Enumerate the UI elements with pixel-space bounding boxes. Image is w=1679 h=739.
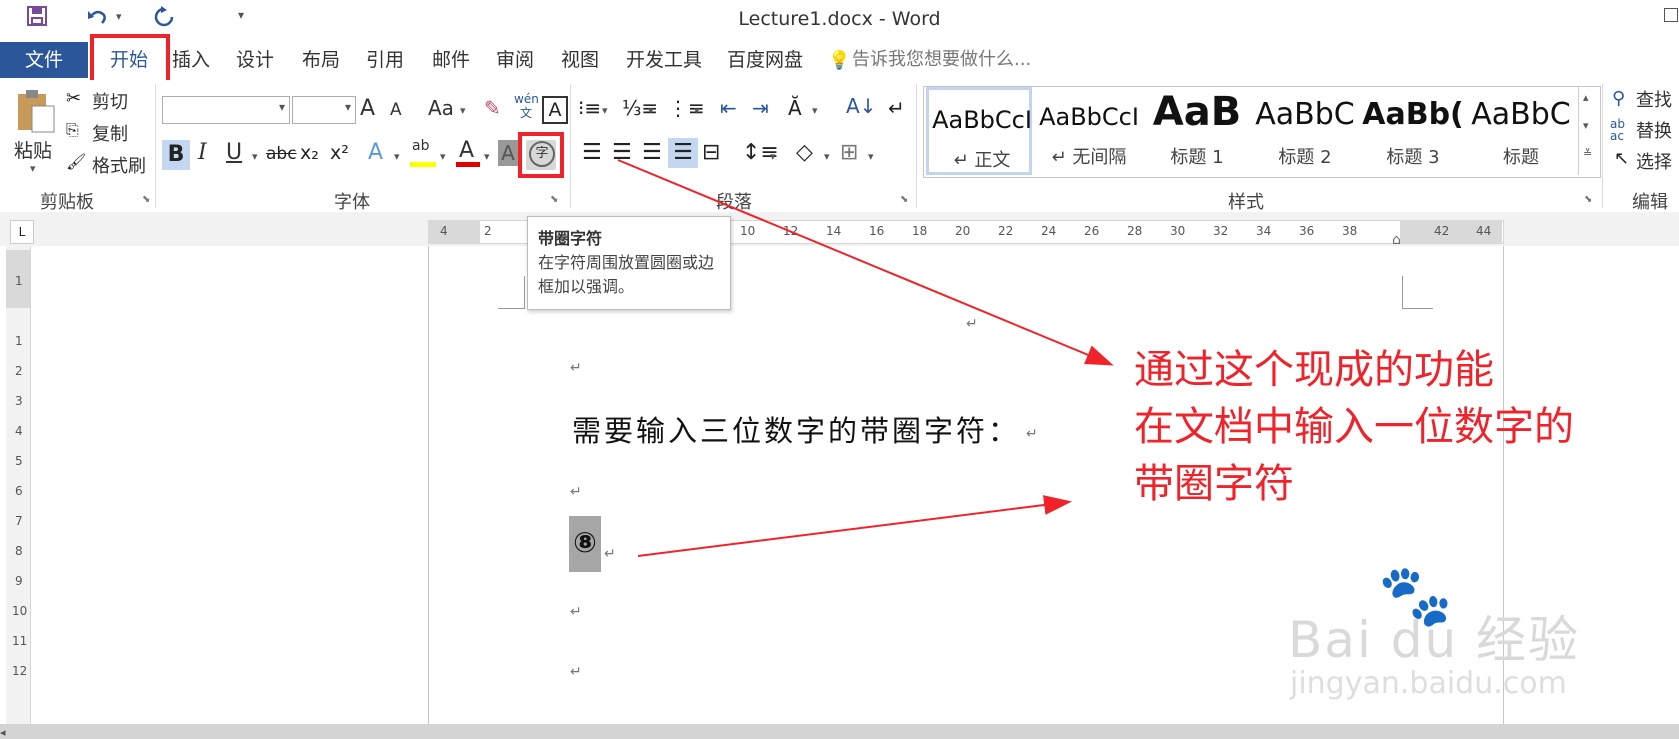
scroll-left-icon[interactable]: ◂ [0,726,6,739]
annotation-text: 通过这个现成的功能 在文档中输入一位数字的 带圈字符 [1134,342,1674,513]
arrow-to-enclosed-char [637,495,1072,557]
arrow-to-enclose-button [617,159,1114,366]
annotation-line: 通过这个现成的功能 [1134,347,1494,393]
annotation-line: 带圈字符 [1134,461,1294,507]
watermark-brand: Bai du 经验 [1288,611,1581,669]
horizontal-scrollbar[interactable] [0,724,1679,739]
watermark-url: jingyan.baidu.com [1290,666,1567,701]
annotation-line: 在文档中输入一位数字的 [1134,404,1574,450]
